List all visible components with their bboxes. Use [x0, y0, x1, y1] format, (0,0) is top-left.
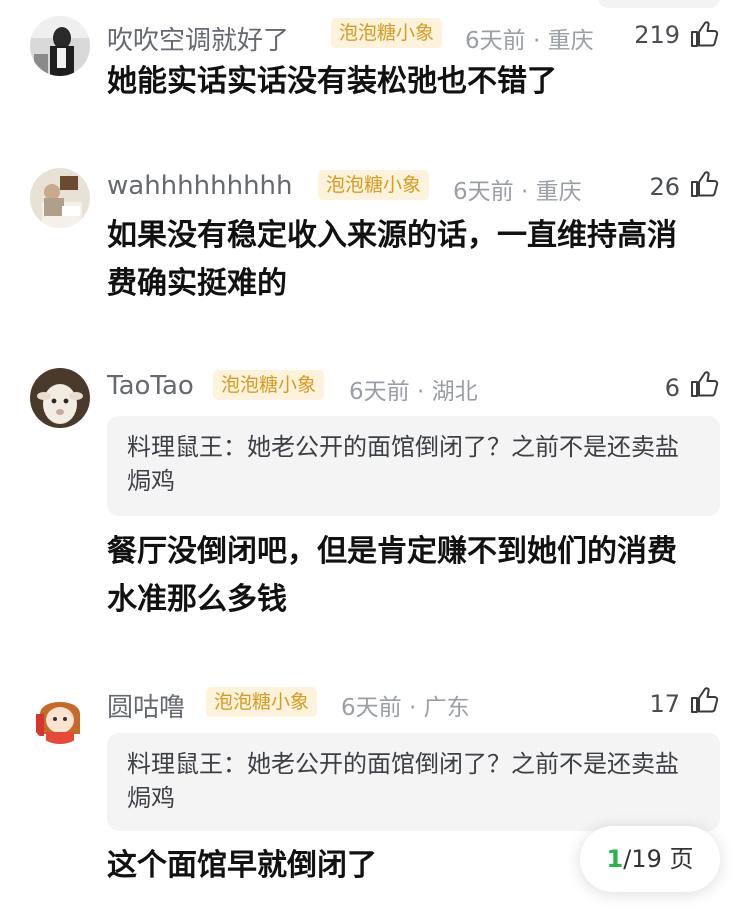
- avatar[interactable]: [30, 168, 90, 228]
- total-pages: /19 页: [623, 845, 694, 873]
- avatar[interactable]: [30, 684, 90, 744]
- user-badge: 泡泡糖小象: [213, 370, 325, 400]
- previous-element-edge: [598, 0, 720, 8]
- like-count: 6: [664, 374, 680, 402]
- comment-meta: 6天前 · 重庆: [465, 28, 594, 54]
- quoted-comment-text: 料理鼠王：她老公开的面馆倒闭了？之前不是还卖盐焗鸡: [127, 433, 679, 495]
- quoted-comment[interactable]: 料理鼠王：她老公开的面馆倒闭了？之前不是还卖盐焗鸡: [107, 733, 720, 831]
- thumbs-up-icon[interactable]: [688, 684, 720, 716]
- user-badge: 泡泡糖小象: [206, 687, 318, 717]
- thumbs-up-icon[interactable]: [688, 368, 720, 400]
- comment-meta: 6天前 · 广东: [341, 695, 470, 721]
- comment-text: 餐厅没倒闭吧，但是肯定赚不到她们的消费水准那么多钱: [107, 534, 677, 617]
- comment-meta: 6天前 · 重庆: [453, 179, 582, 205]
- quoted-comment[interactable]: 料理鼠王：她老公开的面馆倒闭了？之前不是还卖盐焗鸡: [107, 416, 720, 516]
- user-badge: 泡泡糖小象: [318, 170, 430, 200]
- like-count: 17: [649, 690, 680, 718]
- comment-meta: 6天前 · 湖北: [349, 379, 478, 405]
- thumbs-up-icon[interactable]: [688, 18, 720, 50]
- avatar[interactable]: [30, 16, 90, 76]
- user-name[interactable]: wahhhhhhhhh: [107, 171, 293, 201]
- like-count: 219: [634, 21, 680, 49]
- user-badge: 泡泡糖小象: [331, 18, 443, 48]
- like-count: 26: [649, 173, 680, 201]
- current-page: 1: [606, 845, 624, 873]
- quoted-comment-text: 料理鼠王：她老公开的面馆倒闭了？之前不是还卖盐焗鸡: [127, 750, 679, 812]
- user-name[interactable]: 吹吹空调就好了: [107, 20, 289, 57]
- thumbs-up-icon[interactable]: [688, 168, 720, 200]
- page-indicator[interactable]: 1/19 页: [580, 826, 720, 892]
- user-name[interactable]: 圆咕噜: [107, 687, 185, 724]
- comment-text: 她能实话实话没有装松弛也不错了: [107, 64, 557, 99]
- user-name[interactable]: TaoTao: [107, 371, 194, 401]
- avatar[interactable]: [30, 368, 90, 428]
- comment-text: 如果没有稳定收入来源的话，一直维持高消费确实挺难的: [107, 218, 677, 301]
